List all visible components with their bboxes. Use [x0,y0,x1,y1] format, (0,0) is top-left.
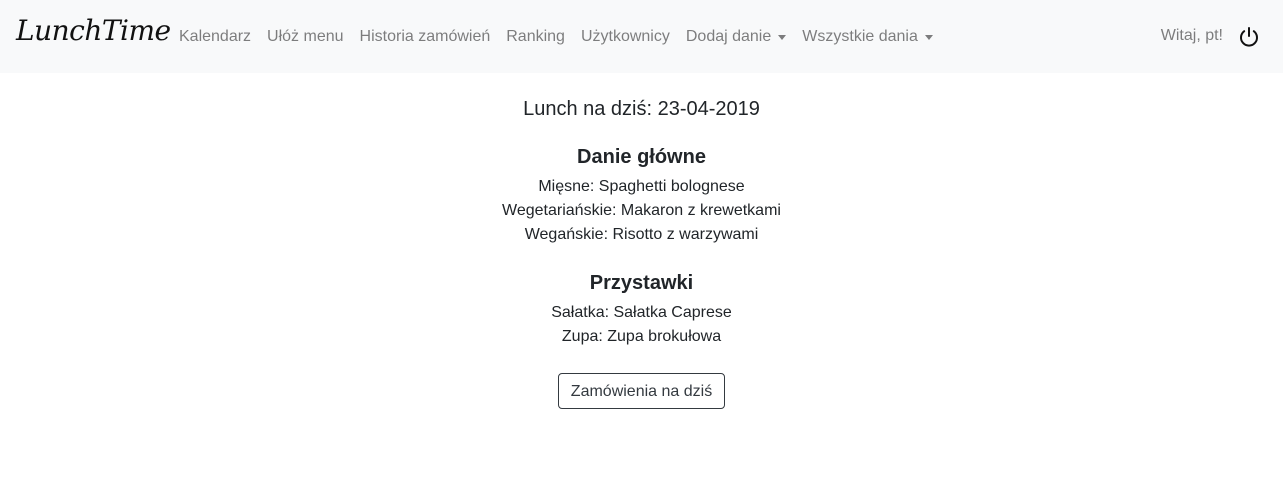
nav-item-label: Użytkownicy [580,27,670,45]
brand-logo[interactable]: LunchTime [16,14,171,47]
nav-dropdown-wszystkie-dania[interactable]: Wszystkie dania [794,28,941,46]
todays-orders-button[interactable]: Zamówienia na dziś [557,373,726,409]
nav-item-uzytkownicy[interactable]: Użytkownicy [573,28,678,46]
section-heading-starters: Przystawki [589,272,694,294]
caret-down-icon [778,35,787,40]
list-item: Wegetariańskie: Makaron z krewetkami [502,202,781,219]
page-title: Lunch na dziś: 23-04-2019 [523,98,760,120]
list-item: Zupa: Zupa brokułowa [561,328,722,345]
nav-dropdown-dodaj-danie[interactable]: Dodaj danie [678,28,794,46]
nav-item-historia-zamowien[interactable]: Historia zamówień [352,28,499,46]
nav-item-uloz-menu[interactable]: Ułóż menu [259,28,351,46]
nav-item-ranking[interactable]: Ranking [498,28,573,46]
nav-item-label: Dodaj danie [685,27,772,45]
caret-down-icon [924,35,933,40]
list-item: Mięsne: Spaghetti bolognese [538,178,745,195]
nav-item-label: Ranking [506,27,565,45]
nav-item-kalendarz[interactable]: Kalendarz [171,28,259,46]
nav-menu: Kalendarz Ułóż menu Historia zamówień Ra… [171,0,941,73]
nav-item-label: Ułóż menu [267,27,344,45]
starters-list: Sałatka: Sałatka Caprese Zupa: Zupa brok… [0,301,1283,349]
user-greeting: Witaj, pt! [1160,27,1223,44]
nav-item-label: Historia zamówień [359,27,491,45]
nav-item-label: Wszystkie dania [802,27,918,45]
nav-item-label: Kalendarz [179,27,252,45]
list-item: Sałatka: Sałatka Caprese [551,304,732,321]
list-item: Wegańskie: Risotto z warzywami [524,226,759,243]
section-heading-main-dishes: Danie główne [577,146,706,168]
main-content: Lunch na dziś: 23-04-2019 Danie główne M… [0,73,1283,409]
main-dishes-list: Mięsne: Spaghetti bolognese Wegetariańsk… [0,175,1283,247]
navbar: LunchTime Kalendarz Ułóż menu Historia z… [0,0,1283,73]
power-icon[interactable] [1237,25,1261,49]
power-icon-svg [1240,27,1258,47]
